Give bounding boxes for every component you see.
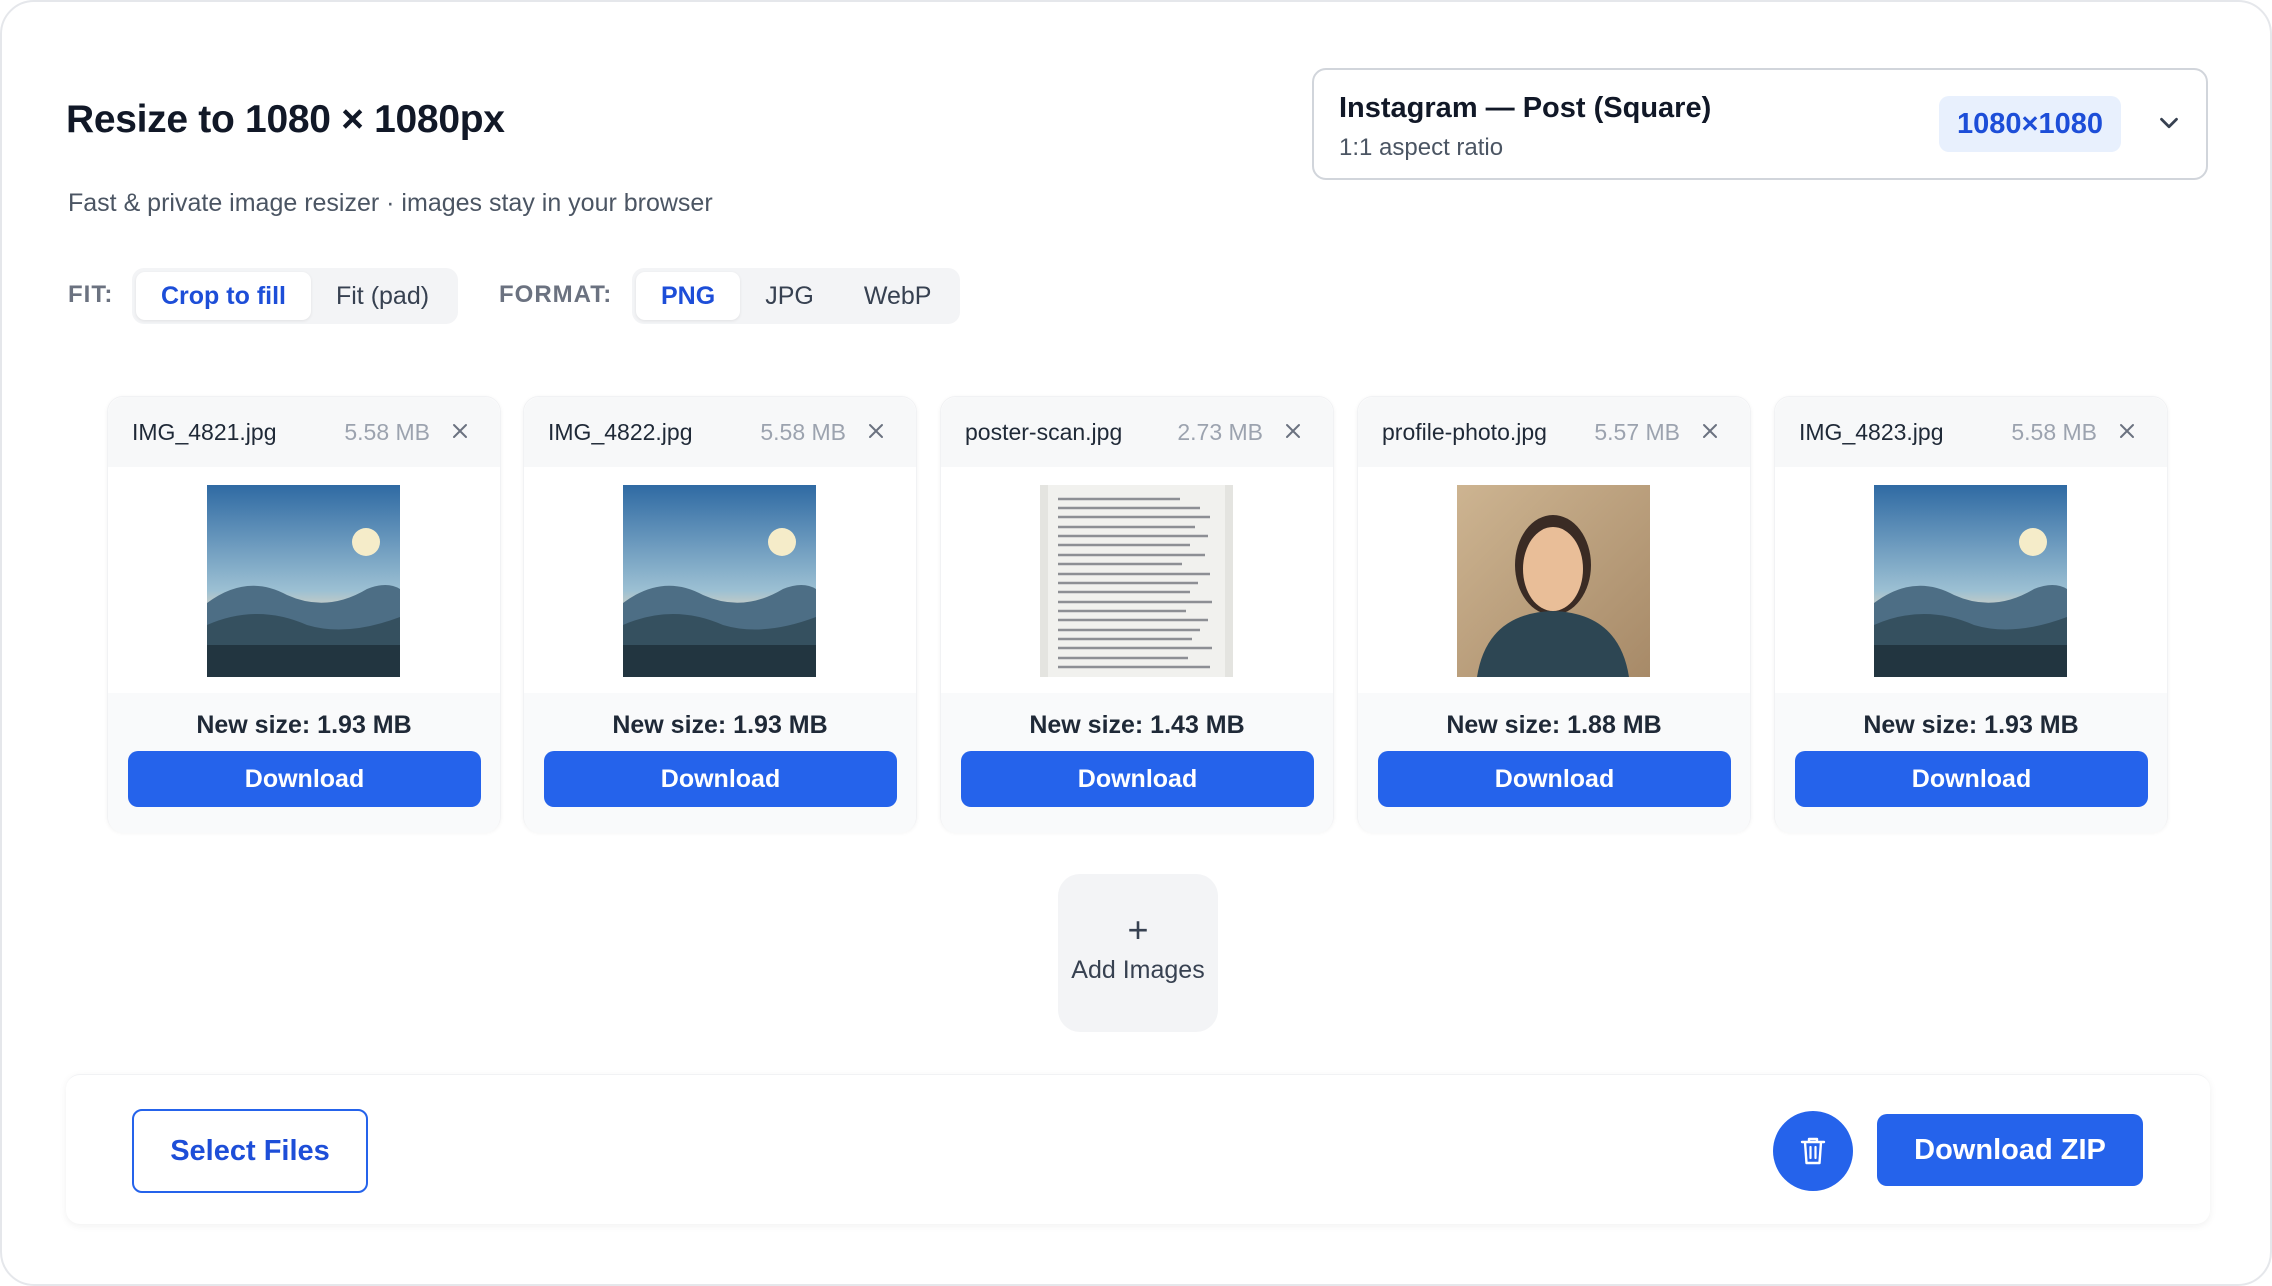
format-option-jpg[interactable]: JPG (740, 272, 839, 320)
file-name: poster-scan.jpg (965, 419, 1123, 445)
landscape-thumbnail (207, 485, 400, 677)
download-button[interactable]: Download (1795, 751, 2148, 807)
new-size-text: New size: 1.93 MB (612, 711, 828, 739)
file-card-footer: New size: 1.88 MB Download (1358, 693, 1750, 833)
close-icon[interactable] (1283, 421, 1303, 441)
file-card: profile-photo.jpg 5.57 MB New size: 1.88… (1357, 396, 1751, 833)
close-icon[interactable] (1700, 421, 1720, 441)
download-button[interactable]: Download (961, 751, 1314, 807)
file-name: profile-photo.jpg (1382, 419, 1547, 445)
file-size: 5.58 MB (2011, 419, 2097, 445)
select-files-button[interactable]: Select Files (132, 1109, 368, 1193)
fit-option-crop[interactable]: Crop to fill (136, 272, 311, 320)
close-icon[interactable] (2117, 421, 2137, 441)
new-size-text: New size: 1.88 MB (1446, 711, 1662, 739)
file-size: 2.73 MB (1177, 419, 1263, 445)
file-card: IMG_4822.jpg 5.58 MB New size: 1.93 MB D… (523, 396, 917, 833)
download-button[interactable]: Download (128, 751, 481, 807)
file-card: IMG_4821.jpg 5.58 MB New size: 1.93 MB D… (107, 396, 501, 833)
landscape-thumbnail (1874, 485, 2067, 677)
download-zip-button[interactable]: Download ZIP (1877, 1114, 2143, 1186)
file-card: IMG_4823.jpg 5.58 MB New size: 1.93 MB D… (1774, 396, 2168, 833)
preset-dimensions-badge: 1080×1080 (1939, 96, 2121, 152)
document-thumbnail (1040, 485, 1233, 677)
new-size-text: New size: 1.93 MB (196, 711, 412, 739)
chevron-down-icon[interactable] (2154, 108, 2184, 138)
fit-option-pad[interactable]: Fit (pad) (311, 272, 454, 320)
page-subtitle: Fast & private image resizer · images st… (68, 189, 713, 217)
format-segmented-control: PNG JPG WebP (632, 268, 961, 324)
file-card-footer: New size: 1.93 MB Download (1775, 693, 2167, 833)
download-button[interactable]: Download (544, 751, 897, 807)
file-card-header: IMG_4823.jpg 5.58 MB (1775, 397, 2167, 467)
file-card-header: IMG_4822.jpg 5.58 MB (524, 397, 916, 467)
new-size-text: New size: 1.93 MB (1863, 711, 2079, 739)
app-window: Resize to 1080 × 1080px Fast & private i… (0, 0, 2272, 1286)
clear-all-button[interactable] (1773, 1111, 1853, 1191)
file-card-footer: New size: 1.93 MB Download (108, 693, 500, 833)
download-button[interactable]: Download (1378, 751, 1731, 807)
preset-dropdown[interactable]: Instagram — Post (Square) 1:1 aspect rat… (1312, 68, 2208, 180)
file-card-header: poster-scan.jpg 2.73 MB (941, 397, 1333, 467)
format-option-png[interactable]: PNG (636, 272, 741, 320)
landscape-thumbnail (623, 485, 816, 677)
file-size: 5.57 MB (1594, 419, 1680, 445)
fit-segmented-control: Crop to fill Fit (pad) (132, 268, 459, 324)
trash-icon (1800, 1137, 1826, 1165)
file-card-header: IMG_4821.jpg 5.58 MB (108, 397, 500, 467)
file-size: 5.58 MB (760, 419, 846, 445)
file-name: IMG_4823.jpg (1799, 419, 1944, 445)
page-title: Resize to 1080 × 1080px (66, 98, 505, 141)
file-name: IMG_4822.jpg (548, 419, 693, 445)
file-card-header: profile-photo.jpg 5.57 MB (1358, 397, 1750, 467)
close-icon[interactable] (866, 421, 886, 441)
add-images-button[interactable]: + Add Images (1058, 874, 1218, 1032)
format-label: FORMAT: (499, 281, 613, 308)
format-option-webp[interactable]: WebP (839, 272, 957, 320)
new-size-text: New size: 1.43 MB (1029, 711, 1245, 739)
close-icon[interactable] (450, 421, 470, 441)
plus-icon: + (1127, 909, 1149, 950)
portrait-thumbnail (1457, 485, 1650, 677)
file-card-footer: New size: 1.43 MB Download (941, 693, 1333, 833)
add-images-label: Add Images (1071, 956, 1205, 984)
file-name: IMG_4821.jpg (132, 419, 277, 445)
file-size: 5.58 MB (344, 419, 430, 445)
fit-label: FIT: (68, 281, 114, 308)
preset-name: Instagram — Post (Square) (1339, 92, 1712, 124)
action-bar: Select Files Download ZIP (66, 1074, 2210, 1224)
preset-aspect-ratio: 1:1 aspect ratio (1339, 134, 1504, 161)
file-card-footer: New size: 1.93 MB Download (524, 693, 916, 833)
file-card: poster-scan.jpg 2.73 MB New size: 1.43 M… (940, 396, 1334, 833)
